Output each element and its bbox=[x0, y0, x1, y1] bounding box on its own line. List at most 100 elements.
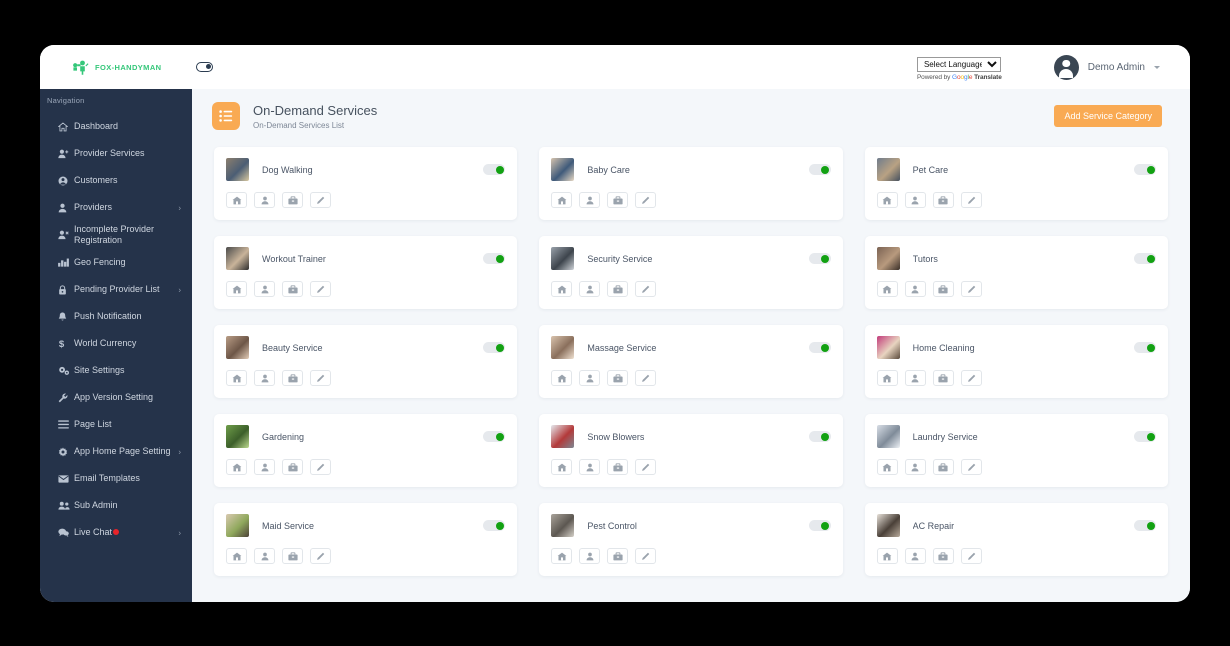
service-status-toggle[interactable] bbox=[808, 520, 831, 531]
service-action-home[interactable] bbox=[551, 192, 573, 208]
service-action-briefcase[interactable] bbox=[282, 459, 303, 475]
service-action-briefcase[interactable] bbox=[282, 548, 303, 564]
service-action-provider[interactable] bbox=[579, 459, 601, 475]
service-status-toggle[interactable] bbox=[808, 253, 831, 264]
service-action-briefcase[interactable] bbox=[932, 370, 954, 386]
service-status-toggle[interactable] bbox=[1134, 253, 1156, 264]
sidebar-toggle-button[interactable] bbox=[196, 62, 213, 72]
service-action-edit[interactable] bbox=[960, 459, 982, 475]
service-card-actions bbox=[226, 459, 505, 475]
service-status-toggle[interactable] bbox=[1134, 164, 1156, 175]
service-action-edit[interactable] bbox=[635, 370, 657, 386]
sidebar-item-providers[interactable]: Providers › bbox=[40, 194, 192, 221]
service-action-briefcase[interactable] bbox=[932, 281, 954, 297]
language-select[interactable]: Select Language bbox=[916, 56, 1001, 72]
service-action-edit[interactable] bbox=[635, 548, 657, 564]
service-action-home[interactable] bbox=[226, 459, 247, 475]
sidebar-item-site-settings[interactable]: Site Settings bbox=[40, 357, 192, 384]
service-status-toggle[interactable] bbox=[483, 520, 506, 531]
service-action-home[interactable] bbox=[876, 370, 898, 386]
service-action-home[interactable] bbox=[876, 281, 898, 297]
service-action-edit[interactable] bbox=[635, 459, 657, 475]
service-action-edit[interactable] bbox=[310, 192, 331, 208]
service-action-edit[interactable] bbox=[635, 192, 657, 208]
service-action-home[interactable] bbox=[226, 548, 247, 564]
sidebar-item-provider-services[interactable]: Provider Services bbox=[40, 140, 192, 167]
sidebar-item-push-notification[interactable]: Push Notification bbox=[40, 303, 192, 330]
service-action-briefcase[interactable] bbox=[932, 548, 954, 564]
service-action-briefcase[interactable] bbox=[607, 281, 629, 297]
service-action-briefcase[interactable] bbox=[607, 459, 629, 475]
service-action-home[interactable] bbox=[226, 370, 247, 386]
service-action-home[interactable] bbox=[876, 459, 898, 475]
service-action-edit[interactable] bbox=[960, 548, 982, 564]
service-action-edit[interactable] bbox=[310, 370, 331, 386]
service-action-provider[interactable] bbox=[579, 548, 601, 564]
service-status-toggle[interactable] bbox=[483, 164, 506, 175]
service-status-toggle[interactable] bbox=[808, 164, 831, 175]
sidebar-item-geo-fencing[interactable]: Geo Fencing bbox=[40, 249, 192, 276]
service-action-provider[interactable] bbox=[254, 548, 275, 564]
service-action-provider[interactable] bbox=[904, 459, 926, 475]
service-action-edit[interactable] bbox=[960, 281, 982, 297]
service-action-edit[interactable] bbox=[310, 459, 331, 475]
service-status-toggle[interactable] bbox=[808, 342, 831, 353]
service-status-toggle[interactable] bbox=[808, 431, 831, 442]
service-status-toggle[interactable] bbox=[1134, 342, 1156, 353]
sidebar-item-sub-admin[interactable]: Sub Admin bbox=[40, 492, 192, 519]
sidebar-item-customers[interactable]: Customers bbox=[40, 167, 192, 194]
service-action-home[interactable] bbox=[876, 192, 898, 208]
service-action-briefcase[interactable] bbox=[607, 370, 629, 386]
service-action-provider[interactable] bbox=[254, 281, 275, 297]
service-action-home[interactable] bbox=[551, 459, 573, 475]
service-action-provider[interactable] bbox=[254, 459, 275, 475]
service-status-toggle[interactable] bbox=[1134, 520, 1156, 531]
service-action-edit[interactable] bbox=[960, 192, 982, 208]
add-service-category-button[interactable]: Add Service Category bbox=[1054, 105, 1162, 127]
service-status-toggle[interactable] bbox=[483, 342, 506, 353]
service-action-provider[interactable] bbox=[254, 192, 275, 208]
sidebar-item-page-list[interactable]: Page List bbox=[40, 411, 192, 438]
sidebar-item-pending-provider-list[interactable]: Pending Provider List › bbox=[40, 276, 192, 303]
sidebar-item-email-templates[interactable]: Email Templates bbox=[40, 465, 192, 492]
service-action-briefcase[interactable] bbox=[932, 459, 954, 475]
service-action-edit[interactable] bbox=[310, 281, 331, 297]
service-action-edit[interactable] bbox=[960, 370, 982, 386]
service-action-home[interactable] bbox=[551, 370, 573, 386]
service-action-provider[interactable] bbox=[904, 281, 926, 297]
service-action-briefcase[interactable] bbox=[607, 192, 629, 208]
service-action-provider[interactable] bbox=[579, 192, 601, 208]
service-action-edit[interactable] bbox=[310, 548, 331, 564]
service-action-home[interactable] bbox=[226, 281, 247, 297]
service-thumbnail bbox=[876, 158, 900, 181]
user-menu[interactable]: Demo Admin bbox=[1053, 54, 1160, 80]
service-action-edit[interactable] bbox=[635, 281, 657, 297]
svg-text:$: $ bbox=[59, 339, 65, 349]
service-status-toggle[interactable] bbox=[1134, 431, 1156, 442]
service-action-home[interactable] bbox=[876, 548, 898, 564]
service-action-provider[interactable] bbox=[579, 370, 601, 386]
map-icon bbox=[58, 258, 73, 267]
service-action-home[interactable] bbox=[226, 192, 247, 208]
service-action-briefcase[interactable] bbox=[607, 548, 629, 564]
service-action-provider[interactable] bbox=[904, 370, 926, 386]
service-action-provider[interactable] bbox=[904, 192, 926, 208]
service-action-home[interactable] bbox=[551, 281, 573, 297]
sidebar-item-live-chat[interactable]: Live Chat › bbox=[40, 519, 192, 546]
sidebar-item-incomplete-provider-registration[interactable]: Incomplete Provider Registration bbox=[40, 221, 192, 249]
service-status-toggle[interactable] bbox=[483, 253, 506, 264]
service-action-provider[interactable] bbox=[254, 370, 275, 386]
service-action-briefcase[interactable] bbox=[932, 192, 954, 208]
service-action-home[interactable] bbox=[551, 548, 573, 564]
service-status-toggle[interactable] bbox=[483, 431, 506, 442]
service-action-briefcase[interactable] bbox=[282, 370, 303, 386]
brand-logo[interactable]: FOX-HANDYMAN bbox=[40, 45, 190, 89]
service-action-provider[interactable] bbox=[579, 281, 601, 297]
sidebar-item-dashboard[interactable]: Dashboard bbox=[40, 113, 192, 140]
service-action-briefcase[interactable] bbox=[282, 192, 303, 208]
sidebar-item-app-home-page-setting[interactable]: App Home Page Setting › bbox=[40, 438, 192, 465]
service-action-provider[interactable] bbox=[904, 548, 926, 564]
sidebar-item-app-version-setting[interactable]: App Version Setting bbox=[40, 384, 192, 411]
service-action-briefcase[interactable] bbox=[282, 281, 303, 297]
sidebar-item-world-currency[interactable]: $ World Currency bbox=[40, 330, 192, 357]
